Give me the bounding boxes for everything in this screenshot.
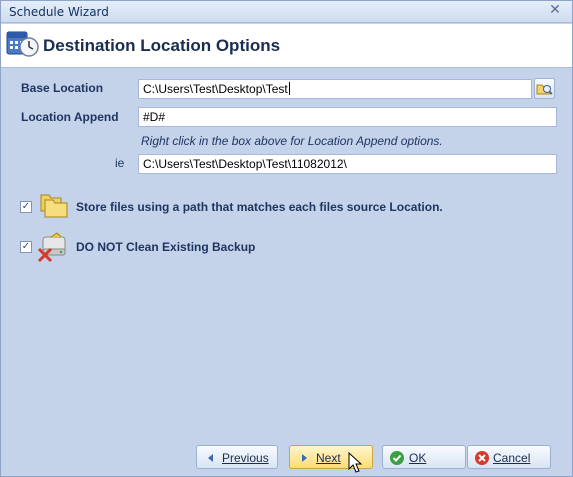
- location-append-value: #D#: [143, 110, 166, 124]
- ok-button[interactable]: OK: [382, 445, 466, 469]
- mouse-pointer-icon: [348, 452, 363, 473]
- window-title: Schedule Wizard: [9, 5, 109, 19]
- store-matching-path-label: Store files using a path that matches ea…: [76, 200, 443, 214]
- folders-icon: [40, 194, 68, 218]
- location-append-label: Location Append: [21, 110, 119, 124]
- text-caret: [288, 82, 290, 95]
- cancel-button-label: Cancel: [493, 451, 531, 465]
- do-not-clean-checkbox[interactable]: ✓: [20, 241, 32, 253]
- do-not-clean-label: DO NOT Clean Existing Backup: [76, 240, 256, 254]
- location-append-hint: Right click in the box above for Locatio…: [141, 134, 443, 148]
- base-location-input[interactable]: C:\Users\Test\Desktop\Test: [138, 79, 532, 99]
- cancel-button[interactable]: Cancel: [467, 445, 551, 469]
- preview-path-field[interactable]: C:\Users\Test\Desktop\Test\11082012\: [138, 154, 557, 174]
- base-location-label: Base Location: [21, 81, 104, 95]
- check-icon: [390, 451, 404, 465]
- base-location-value: C:\Users\Test\Desktop\Test: [143, 82, 288, 96]
- no-clean-icon: [37, 232, 66, 263]
- previous-button[interactable]: Previous: [196, 445, 278, 469]
- arrow-left-icon: [208, 454, 213, 462]
- browse-folder-button[interactable]: [534, 78, 555, 99]
- wizard-header: Destination Location Options: [1, 24, 572, 68]
- browse-folder-icon: [536, 84, 553, 95]
- preview-path-value: C:\Users\Test\Desktop\Test\11082012\: [143, 157, 347, 171]
- schedule-wizard-window: Schedule Wizard ✕ Destination Location O…: [0, 0, 573, 477]
- preview-label: ie: [115, 156, 125, 170]
- page-title: Destination Location Options: [43, 36, 281, 55]
- schedule-logo-icon: [6, 31, 39, 57]
- store-matching-path-checkbox[interactable]: ✓: [20, 201, 32, 213]
- previous-button-label: Previous: [222, 451, 269, 465]
- cancel-icon: [475, 451, 489, 465]
- title-bar: Schedule Wizard ✕: [1, 1, 572, 23]
- close-icon[interactable]: ✕: [548, 3, 562, 17]
- arrow-right-icon: [302, 454, 307, 462]
- ok-button-label: OK: [409, 451, 427, 465]
- location-append-input[interactable]: #D#: [138, 107, 557, 127]
- next-button-label: Next: [316, 451, 341, 465]
